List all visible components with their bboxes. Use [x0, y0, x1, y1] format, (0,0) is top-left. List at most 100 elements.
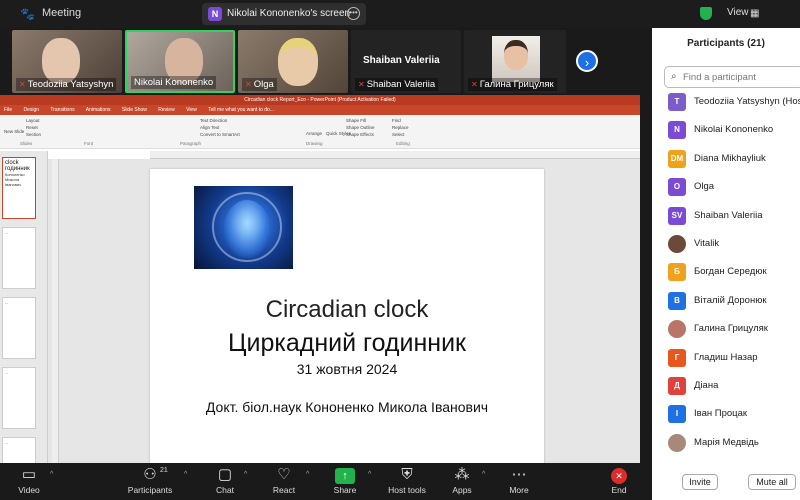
- meeting-label: Meeting: [42, 7, 82, 19]
- participant-avatar: В: [668, 291, 686, 310]
- chat-caret-icon[interactable]: ^: [244, 471, 247, 478]
- video-options-caret-icon[interactable]: ^: [50, 471, 53, 478]
- more-ellipsis-icon: ⋯: [511, 466, 527, 483]
- gallery-strip: ✕ Teodoziia Yatsyshyn Nikolai Kononenko ✕…: [12, 30, 566, 93]
- participant-name: Гладиш Назар: [694, 351, 758, 363]
- participant-avatar: N: [668, 121, 686, 140]
- video-tile[interactable]: ✕ Teodoziia Yatsyshyn: [12, 30, 122, 93]
- muted-mic-icon: ✕: [245, 80, 252, 89]
- slide-thumbnail[interactable]: clock годинник Кононенко Микола Іванович: [2, 157, 36, 219]
- video-tile[interactable]: ✕ Olga: [238, 30, 348, 93]
- participant-row[interactable]: N Nikolai Kononenko: [666, 120, 800, 140]
- apps-label: Apps: [452, 485, 472, 495]
- pp-tab: Transitions: [50, 107, 75, 113]
- react-caret-icon[interactable]: ^: [306, 471, 309, 478]
- pp-find: Find: [392, 118, 401, 123]
- slide-thumbnail[interactable]: ...: [2, 367, 36, 429]
- participant-avatar: І: [668, 405, 686, 424]
- head-graphic: [224, 200, 270, 258]
- participant-row[interactable]: O Olga: [666, 177, 800, 197]
- current-slide[interactable]: Circadian clock Циркадний годинник 31 жо…: [150, 169, 544, 463]
- next-page-arrow-icon[interactable]: ›: [576, 50, 598, 72]
- muted-mic-icon: ✕: [19, 80, 26, 89]
- shared-screen: Circadian clock Report_Eco - PowerPoint …: [0, 95, 640, 463]
- slide-author: Докт. біол.наук Кононенко Микола Іванови…: [205, 399, 489, 415]
- tile-name: Shaiban Valeriia: [366, 79, 436, 90]
- screen-share-indicator[interactable]: N Nikolai Kononenko's screen •••: [202, 3, 366, 25]
- invite-button[interactable]: Invite: [682, 474, 718, 490]
- slide-date: 31 жовтня 2024: [296, 361, 398, 377]
- view-button[interactable]: View: [727, 7, 749, 18]
- participant-name: Shaiban Valeriia: [694, 209, 763, 221]
- pp-shape-effects: Shape Effects: [346, 132, 374, 137]
- host-tools-button[interactable]: ⛨ Host tools: [386, 465, 428, 495]
- participant-row[interactable]: Vitalik: [666, 234, 800, 254]
- chat-button[interactable]: ▢ Chat: [210, 465, 240, 495]
- pp-reset: Reset: [26, 125, 38, 130]
- screen-share-label: Nikolai Kononenko's screen: [227, 8, 351, 19]
- view-grid-icon[interactable]: ▦: [750, 8, 759, 19]
- pp-arrange: Arrange: [306, 131, 323, 136]
- participant-row[interactable]: Марія Медвідь: [666, 433, 800, 453]
- participants-button[interactable]: ⚇ Participants: [124, 465, 176, 495]
- share-caret-icon[interactable]: ^: [368, 471, 371, 478]
- powerpoint-tabs: File Design Transitions Animations Slide…: [0, 105, 640, 115]
- participant-row[interactable]: В Віталій Доронюк: [666, 291, 800, 311]
- host-tools-label: Host tools: [388, 485, 426, 495]
- react-button[interactable]: ♡ React: [268, 465, 300, 495]
- tile-center-name: Shaiban Valeriia: [363, 55, 440, 66]
- participant-name: Olga: [694, 181, 715, 193]
- tile-name: Галина Грицуляк: [479, 79, 554, 90]
- slide-thumbnail[interactable]: ...: [2, 437, 36, 463]
- ellipsis-icon[interactable]: •••: [347, 7, 360, 20]
- participant-row[interactable]: Галина Грицуляк: [666, 319, 800, 339]
- participant-name: Галина Грицуляк: [694, 323, 768, 335]
- pp-tab: Design: [23, 107, 40, 113]
- participant-row[interactable]: Г Гладиш Назар: [666, 348, 800, 368]
- powerpoint-ribbon: New Slide Layout Reset Section Text Dire…: [0, 115, 640, 149]
- slide-thumbnail[interactable]: ...: [2, 227, 36, 289]
- participant-name: Nikolai Kononenko: [694, 124, 774, 136]
- participant-name: Марія Медвідь: [694, 436, 759, 448]
- video-tile-active-speaker[interactable]: Nikolai Kononenko: [125, 30, 235, 93]
- participant-avatar: [668, 433, 686, 452]
- apps-caret-icon[interactable]: ^: [482, 471, 485, 478]
- video-camera-icon: ▭: [21, 466, 37, 483]
- participant-row[interactable]: І Іван Процак: [666, 404, 800, 424]
- participant-row[interactable]: DM Diana Mikhayliuk: [666, 149, 800, 169]
- heart-icon: ♡: [277, 466, 291, 483]
- slide-thumbnail[interactable]: ...: [2, 297, 36, 359]
- video-button[interactable]: ▭ Video: [14, 465, 44, 495]
- apps-button[interactable]: ⁂ Apps: [448, 465, 476, 495]
- share-button[interactable]: ↑ Share: [330, 465, 360, 495]
- participants-title: Participants (21): [687, 38, 765, 49]
- video-label: Video: [18, 485, 40, 495]
- participant-name: Diana Mikhayliuk: [694, 152, 766, 164]
- participants-caret-icon[interactable]: ^: [184, 471, 187, 478]
- more-button[interactable]: ⋯ More: [504, 465, 534, 495]
- participant-name: Vitalik: [694, 238, 720, 249]
- participant-face: [504, 40, 528, 70]
- pp-select: Select: [392, 132, 405, 137]
- pp-section: Section: [26, 132, 42, 137]
- slide-edit-area: Circadian clock Циркадний годинник 31 жо…: [48, 159, 640, 463]
- pp-tab: Review: [158, 107, 175, 113]
- pp-group-label: Slides: [20, 141, 33, 146]
- thumb-line: ...: [5, 230, 9, 235]
- slide-title-ukrainian: Циркадний годинник: [227, 329, 466, 357]
- mute-all-button[interactable]: Mute all: [748, 474, 796, 490]
- participant-row[interactable]: SV Shaiban Valeriia: [666, 206, 800, 226]
- participant-search[interactable]: ⌕: [664, 66, 800, 88]
- search-input[interactable]: [683, 70, 800, 85]
- video-tile[interactable]: Shaiban Valeriia ✕ Shaiban Valeriia: [351, 30, 461, 93]
- search-icon: ⌕: [671, 71, 677, 82]
- participant-row[interactable]: T Teodoziia Yatsyshyn (Host, me): [666, 92, 800, 112]
- security-shield-icon[interactable]: [700, 7, 712, 20]
- participant-row[interactable]: Д Діана: [666, 376, 800, 396]
- participant-row[interactable]: Б Богдан Середюк: [666, 262, 800, 282]
- participants-icon: ⚇: [143, 466, 157, 483]
- video-tile[interactable]: ✕ Галина Грицуляк: [464, 30, 566, 93]
- sharer-avatar: N: [208, 7, 222, 21]
- muted-mic-icon: ✕: [471, 80, 478, 89]
- end-button[interactable]: ✕ End: [606, 465, 632, 495]
